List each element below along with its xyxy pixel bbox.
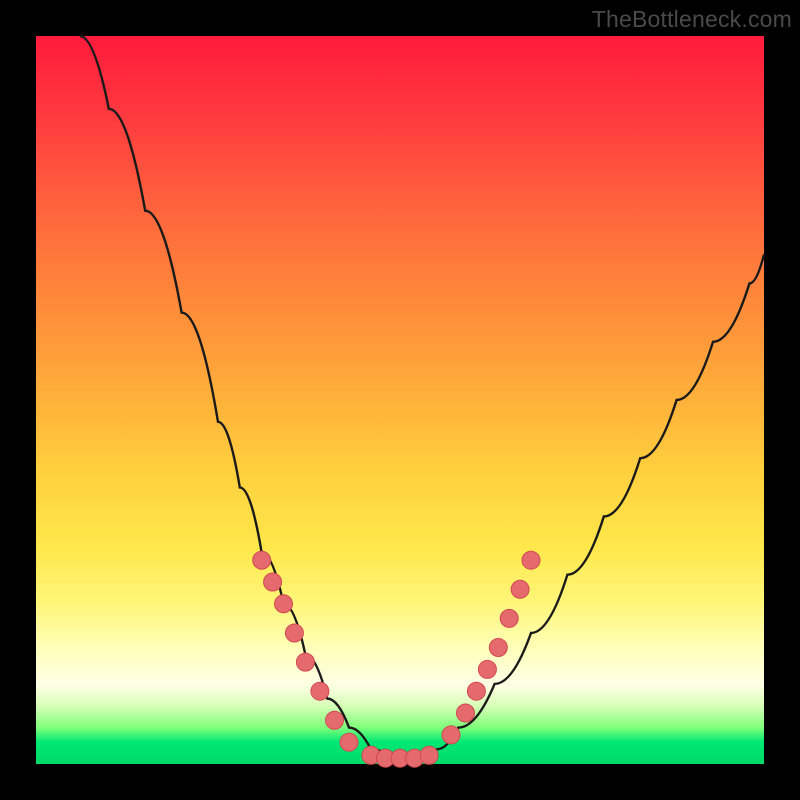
marker-dot bbox=[311, 682, 329, 700]
marker-dot bbox=[522, 551, 540, 569]
marker-dot bbox=[467, 682, 485, 700]
marker-dot bbox=[489, 639, 507, 657]
marker-dot bbox=[326, 711, 344, 729]
chart-frame: TheBottleneck.com bbox=[0, 0, 800, 800]
marker-dot bbox=[457, 704, 475, 722]
plot-area bbox=[36, 36, 764, 764]
marker-dot bbox=[275, 595, 293, 613]
bottleneck-curve bbox=[80, 36, 764, 757]
watermark-text: TheBottleneck.com bbox=[592, 6, 792, 33]
bottleneck-curve-svg bbox=[36, 36, 764, 764]
marker-dot bbox=[478, 660, 496, 678]
marker-dot bbox=[442, 726, 460, 744]
marker-dot bbox=[264, 573, 282, 591]
marker-dot bbox=[285, 624, 303, 642]
marker-dot bbox=[253, 551, 271, 569]
marker-dot bbox=[511, 580, 529, 598]
bottom-markers-group bbox=[362, 746, 438, 767]
marker-dot bbox=[340, 733, 358, 751]
marker-dot bbox=[296, 653, 314, 671]
marker-dot bbox=[420, 746, 438, 764]
marker-dot bbox=[500, 609, 518, 627]
